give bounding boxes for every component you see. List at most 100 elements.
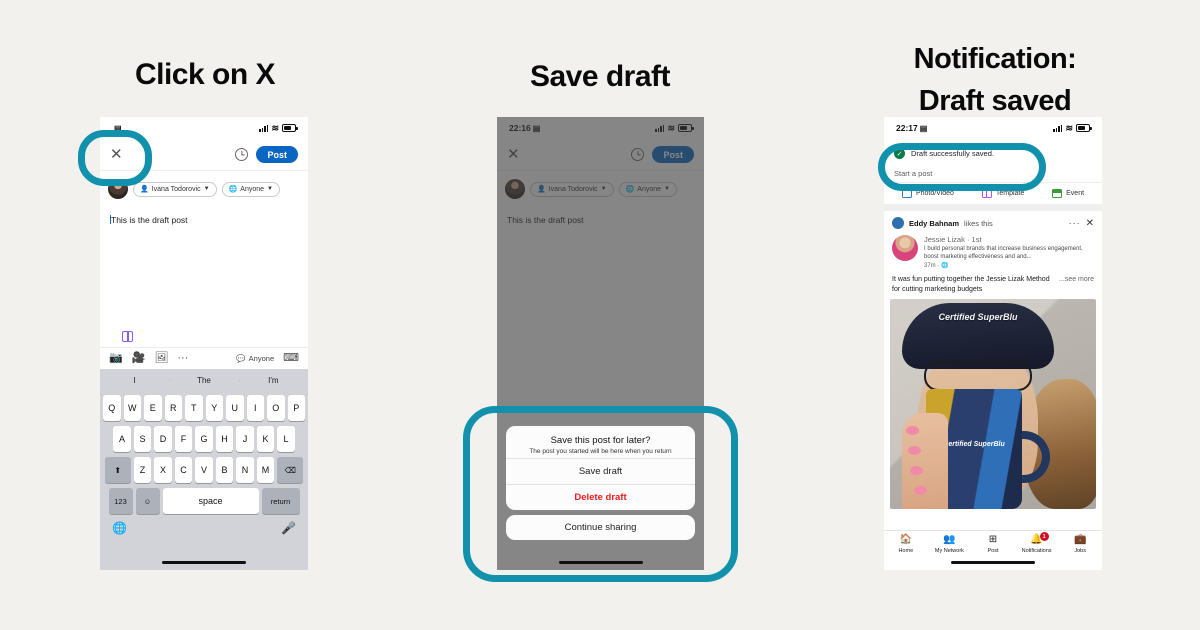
key-j[interactable]: J	[236, 426, 254, 452]
more-dots-icon[interactable]: ···	[1069, 218, 1081, 228]
author-chip[interactable]: 👤 Ivana Todorovic ▼	[133, 181, 217, 197]
key-y[interactable]: Y	[205, 395, 223, 421]
key-h[interactable]: H	[215, 426, 234, 452]
nav-item-notifications[interactable]: 🔔 1 Notifications	[1015, 532, 1059, 554]
more-icon[interactable]: ···	[177, 353, 188, 364]
template-icon[interactable]	[122, 331, 133, 342]
backspace-key[interactable]: ⌫	[277, 457, 304, 483]
return-key[interactable]: return	[261, 488, 300, 514]
numbers-key[interactable]: 123	[108, 488, 133, 514]
chevron-down-icon: ▼	[203, 186, 210, 192]
share-option-template[interactable]: Template	[981, 189, 1024, 198]
camera-icon[interactable]: 📷	[109, 353, 123, 364]
step-title-mid: Save draft	[529, 60, 671, 93]
home-indicator	[162, 560, 246, 564]
composer-header: ✕ Post	[100, 139, 308, 171]
key-g[interactable]: G	[195, 426, 213, 452]
key-o[interactable]: O	[267, 395, 285, 421]
key-e[interactable]: E	[144, 395, 162, 421]
key-s[interactable]: S	[133, 426, 152, 452]
step-title-right: Notification: Draft saved	[790, 38, 1200, 122]
shift-key[interactable]: ⬆	[104, 457, 131, 483]
key-r[interactable]: R	[164, 395, 182, 421]
image-nail	[914, 485, 927, 495]
battery-icon	[282, 124, 298, 132]
key-q[interactable]: Q	[103, 395, 121, 421]
key-t[interactable]: T	[185, 395, 203, 421]
share-option-label: Event	[1066, 190, 1085, 197]
keyboard-rows: Q W E R T Y U I O P A S D F G H J K L ⬆ …	[100, 392, 308, 514]
space-key[interactable]: space	[162, 488, 259, 514]
keyboard-icon[interactable]: ⌨	[283, 353, 299, 364]
prediction-bar: I The I'm	[100, 369, 308, 392]
key-l[interactable]: L	[277, 426, 295, 452]
microphone-icon[interactable]: 🎤	[281, 521, 296, 535]
avatar[interactable]	[108, 179, 128, 199]
save-draft-button[interactable]: Save draft	[506, 458, 695, 484]
nav-item-jobs[interactable]: 💼 Jobs	[1058, 535, 1102, 554]
share-options-bar: Photo/Video Template Event	[884, 182, 1102, 211]
start-post-field[interactable]: Start a post	[884, 168, 1102, 182]
see-more-link[interactable]: ...see more	[1059, 275, 1094, 285]
key-a[interactable]: A	[113, 426, 131, 452]
prediction-2[interactable]: I'm	[238, 376, 308, 385]
status-indicators: ≋	[1053, 123, 1092, 133]
social-proof-row: Eddy Bahnam likes this ··· ✕	[884, 211, 1102, 235]
key-x[interactable]: X	[154, 457, 172, 483]
avatar[interactable]	[892, 235, 918, 261]
status-indicators: ≋	[259, 122, 298, 133]
key-b[interactable]: B	[215, 457, 234, 483]
keyboard-row-4: 123 ☺ space return	[102, 488, 306, 514]
feed-post-body: ...see more It was fun putting together …	[884, 273, 1102, 299]
key-u[interactable]: U	[226, 395, 244, 421]
image-icon[interactable]: 🖼	[154, 353, 168, 364]
lock-icon: ▤	[114, 123, 122, 133]
audience-chip[interactable]: 🌐 Anyone ▼	[221, 181, 280, 197]
globe-icon[interactable]: 🌐	[112, 521, 127, 535]
post-button[interactable]: Post	[256, 146, 298, 163]
close-icon[interactable]: ✕	[1086, 218, 1094, 229]
key-v[interactable]: V	[195, 457, 213, 483]
author-row: 👤 Ivana Todorovic ▼ 🌐 Anyone ▼	[100, 171, 308, 205]
nav-item-post[interactable]: ⊞ Post	[971, 535, 1015, 554]
key-z[interactable]: Z	[133, 457, 152, 483]
draft-text-area[interactable]: This is the draft post	[100, 205, 308, 225]
emoji-key[interactable]: ☺	[135, 488, 160, 514]
video-icon[interactable]: 🎥	[132, 353, 146, 364]
phone-screen-feed: 22:17 ▤ ≋ ✓ Draft successfully saved. St…	[884, 117, 1102, 570]
prediction-0[interactable]: I	[100, 376, 169, 385]
action-sheet-header: Save this post for later? The post you s…	[506, 426, 695, 458]
nav-item-home[interactable]: 🏠 Home	[884, 535, 928, 554]
composer-toolbar: 📷 🎥 🖼 ··· 💬 Anyone ⌨	[100, 347, 308, 369]
comment-scope-button[interactable]: 💬 Anyone	[236, 354, 274, 363]
key-m[interactable]: M	[256, 457, 275, 483]
share-option-photo[interactable]: Photo/Video	[901, 189, 954, 198]
check-circle-icon: ✓	[894, 148, 905, 159]
key-i[interactable]: I	[246, 395, 264, 421]
clock-icon[interactable]	[235, 148, 249, 161]
prediction-1[interactable]: The	[169, 376, 238, 385]
continue-sharing-button[interactable]: Continue sharing	[506, 515, 695, 540]
toast-message: Draft successfully saved.	[911, 149, 994, 158]
key-c[interactable]: C	[174, 457, 193, 483]
nav-item-my-network[interactable]: 👥 My Network	[928, 535, 972, 554]
notifications-badge: 1	[1039, 532, 1049, 541]
key-d[interactable]: D	[154, 426, 172, 452]
keyboard-bottom-row: 🌐 🎤	[100, 519, 308, 535]
feed-post-image[interactable]: Certified SuperBlu Certified SuperBlu	[890, 298, 1096, 509]
share-option-event[interactable]: Event	[1052, 189, 1084, 198]
wifi-icon: ≋	[271, 122, 279, 133]
key-p[interactable]: P	[287, 395, 305, 421]
close-composer-button[interactable]: ✕	[110, 147, 123, 162]
status-bar: ▤ ≋	[100, 117, 308, 139]
chevron-down-icon: ▼	[267, 186, 273, 192]
plus-box-icon: ⊞	[988, 534, 998, 545]
key-f[interactable]: F	[174, 426, 193, 452]
key-w[interactable]: W	[123, 395, 141, 421]
key-k[interactable]: K	[256, 426, 275, 452]
delete-draft-button[interactable]: Delete draft	[506, 484, 695, 510]
feed-post-author[interactable]: Jessie Lizak · 1st	[924, 235, 1094, 244]
social-proof-name[interactable]: Eddy Bahnam	[909, 219, 959, 228]
key-n[interactable]: N	[236, 457, 254, 483]
avatar[interactable]	[892, 217, 904, 229]
